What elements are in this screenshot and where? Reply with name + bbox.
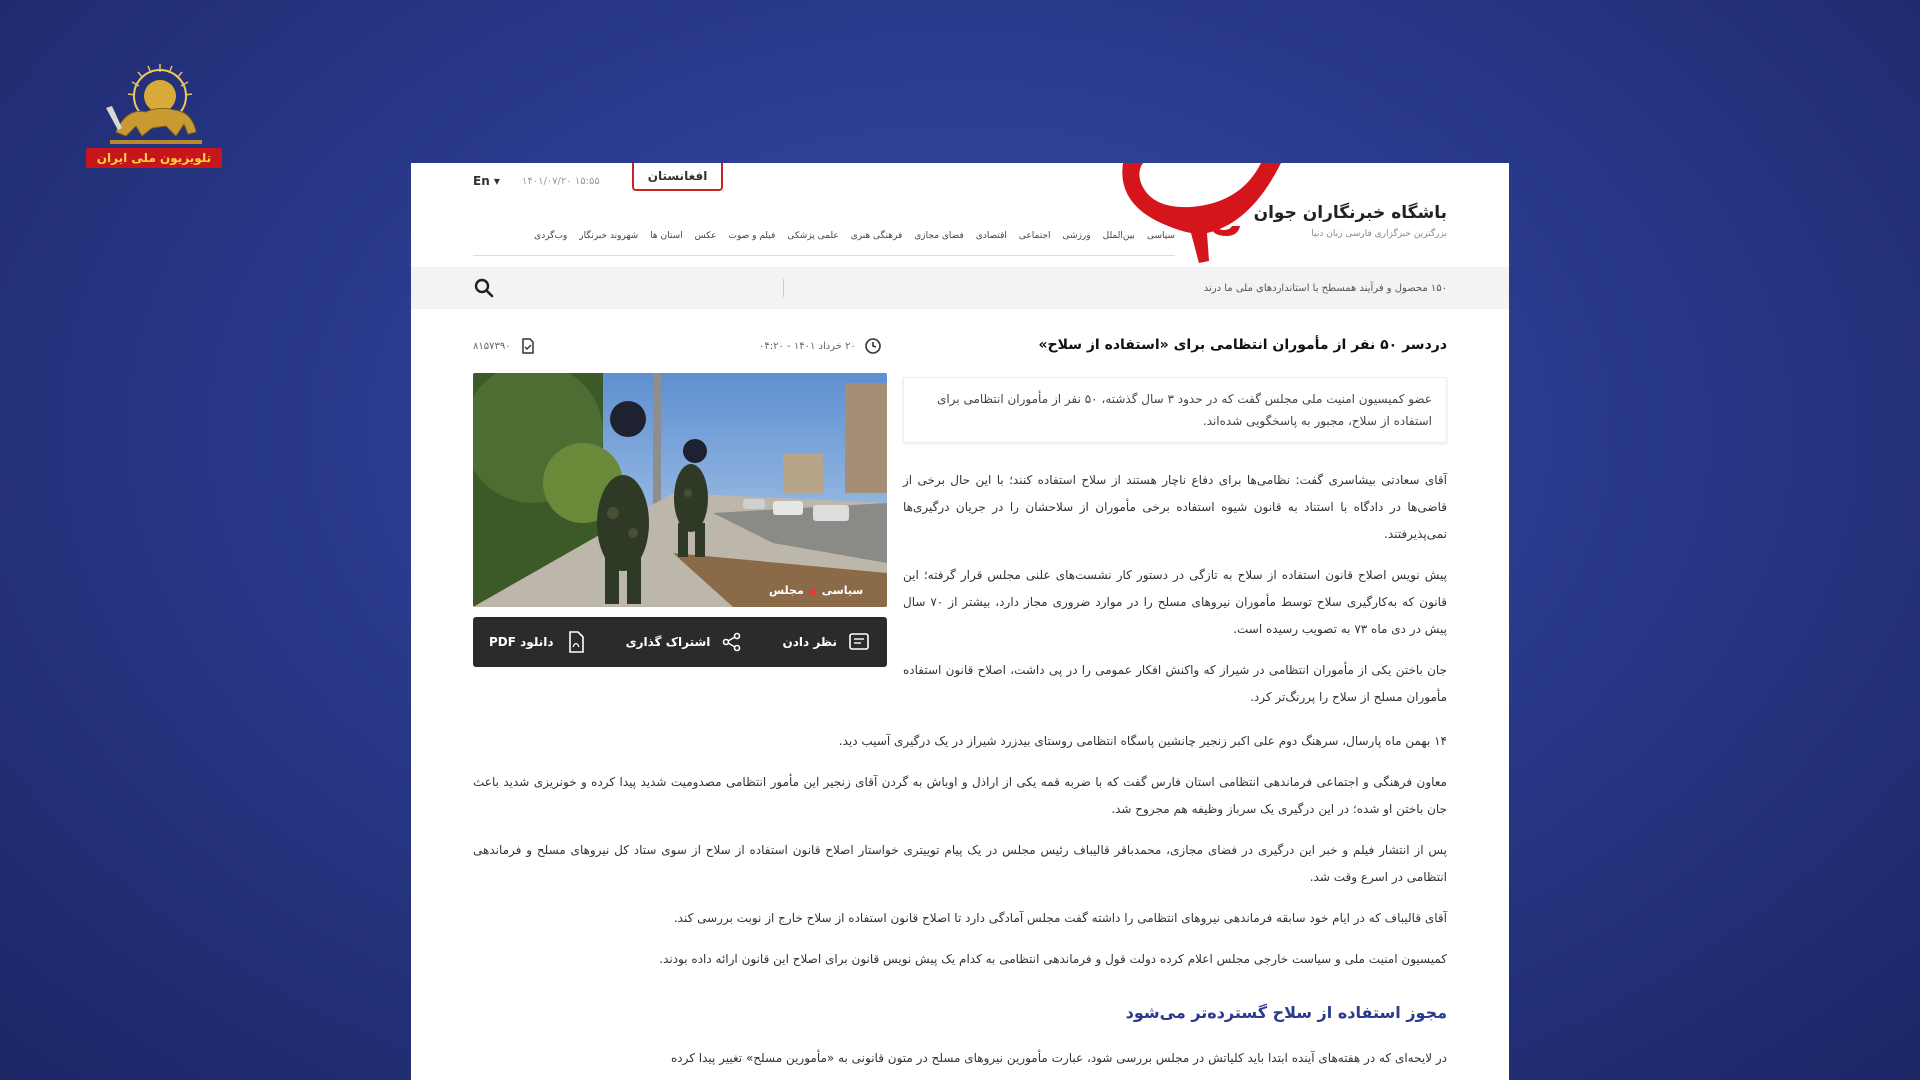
share-icon [723, 632, 741, 652]
channel-banner: تلویزیون ملی ایران [86, 148, 222, 168]
nav-item[interactable]: فیلم و صوت [728, 231, 775, 241]
paragraph: در لایحه‌ای که در هفته‌های آینده ابتدا ب… [670, 1051, 1447, 1065]
site-logo-icon [1209, 206, 1240, 236]
article-body: سیاسی مجلس نظر دادن اشتراک گذاری دانلود … [473, 373, 1447, 1080]
nav-item[interactable]: فضای مجازی [914, 231, 964, 241]
sub-bar: ۱۵۰ محصول و فرآیند همسطح با استانداردهای… [411, 267, 1509, 309]
share-button[interactable]: اشتراک گذاری [626, 630, 745, 654]
paragraph: آقای سعادتی بیشاسری گفت: نظامی‌ها برای د… [903, 473, 1447, 541]
article-text-full: ۱۴ بهمن ماه پارسال، سرهنگ دوم علی اکبر ز… [473, 728, 1447, 987]
photo-category-tag[interactable]: سیاسی مجلس [769, 584, 863, 597]
nav-item[interactable]: سیاسی [1147, 231, 1175, 241]
download-pdf-button[interactable]: دانلود PDF [489, 630, 588, 654]
main-nav: سیاسی بین‌الملل ورزشی اجتماعی اقتصادی فضای مج… [534, 231, 1175, 241]
article-action-bar: نظر دادن اشتراک گذاری دانلود PDF [473, 617, 887, 667]
tag-dot [809, 589, 816, 595]
news-webpage: باشگاه خبرنگاران جوان بزرگترین خبرگزاری … [411, 163, 1509, 1080]
header-date: ۱۴۰۱/۰۷/۲۰ ۱۵:۵۵ [521, 175, 600, 187]
paragraph: آقای قالیباف که در ایام خود سابقه فرماند… [673, 911, 1447, 925]
language-switch[interactable]: En ▾ [473, 174, 500, 188]
site-subtitle: بزرگترین خبرگزاری فارسی زبان دنیا [1311, 229, 1447, 239]
article-time: ۲۰ خرداد ۱۴۰۱ - ۰۴:۲۰ [759, 337, 882, 355]
site-header: باشگاه خبرنگاران جوان بزرگترین خبرگزاری … [411, 163, 1509, 267]
nav-item[interactable]: اجتماعی [1019, 231, 1051, 241]
article: دردسر ۵۰ نفر از مأموران انتظامی برای «اس… [473, 333, 1447, 1080]
nav-item[interactable]: بین‌الملل [1103, 231, 1135, 241]
media-column: سیاسی مجلس نظر دادن اشتراک گذاری دانلود … [473, 373, 887, 667]
clock-icon [865, 338, 881, 354]
paragraph: پیش نویس اصلاح قانون استفاده از سلاح به … [903, 568, 1447, 636]
article-title: دردسر ۵۰ نفر از مأموران انتظامی برای «اس… [1038, 337, 1447, 353]
subbar-divider [783, 279, 784, 297]
article-text-side: آقای سعادتی بیشاسری گفت: نظامی‌ها برای د… [903, 467, 1447, 725]
nav-item[interactable]: ورزشی [1063, 231, 1091, 241]
lion-and-sun-emblem [106, 64, 202, 144]
comment-button[interactable]: نظر دادن [782, 630, 871, 654]
article-photo[interactable]: سیاسی مجلس [473, 373, 887, 607]
site-name: باشگاه خبرنگاران جوان [1253, 203, 1447, 223]
nav-item[interactable]: فرهنگی هنری [851, 231, 903, 241]
section-heading: مجوز استفاده از سلاح گسترده‌تر می‌شود [1125, 1003, 1447, 1022]
paragraph: کمیسیون امنیت ملی و سیاست خارجی مجلس اعل… [659, 952, 1447, 966]
document-icon[interactable] [519, 337, 537, 355]
site-brand[interactable]: باشگاه خبرنگاران جوان بزرگترین خبرگزاری … [1202, 200, 1447, 242]
nav-item[interactable]: استان ها [650, 231, 682, 241]
pdf-icon [568, 631, 584, 653]
paragraph: پس از انتشار فیلم و خبر این درگیری در فض… [473, 843, 1447, 884]
nav-item[interactable]: اقتصادی [976, 231, 1007, 241]
tab-region[interactable]: افغانستان [631, 163, 724, 191]
comment-icon [849, 633, 869, 650]
paragraph: جان باختن یکی از مأموران انتظامی در شیرا… [903, 663, 1447, 704]
article-id: ۸۱۵۷۳۹۰ [473, 337, 537, 355]
article-photo-image [473, 373, 887, 607]
nav-item[interactable]: شهروند خبرنگار [579, 231, 638, 241]
article-lead: عضو کمیسیون امنیت ملی مجلس گفت که در حدو… [903, 377, 1447, 443]
article-text-last: در لایحه‌ای که در هفته‌های آینده ابتدا ب… [473, 1045, 1447, 1080]
channel-logo: تلویزیون ملی ایران [86, 62, 222, 172]
nav-item[interactable]: عکس [695, 231, 717, 241]
nav-item[interactable]: وب‌گردی [534, 231, 567, 241]
nav-divider [473, 255, 1175, 256]
paragraph: معاون فرهنگی و اجتماعی فرماندهی انتظامی … [473, 775, 1447, 816]
top-bar: En ▾ ۱۴۰۱/۰۷/۲۰ ۱۵:۵۵ افغانستان [473, 163, 724, 191]
paragraph: ۱۴ بهمن ماه پارسال، سرهنگ دوم علی اکبر ز… [838, 734, 1447, 748]
nav-item[interactable]: علمی پزشکی [787, 231, 838, 241]
news-ticker[interactable]: ۱۵۰ محصول و فرآیند همسطح با استانداردهای… [1204, 283, 1447, 294]
search-icon[interactable] [473, 277, 495, 299]
